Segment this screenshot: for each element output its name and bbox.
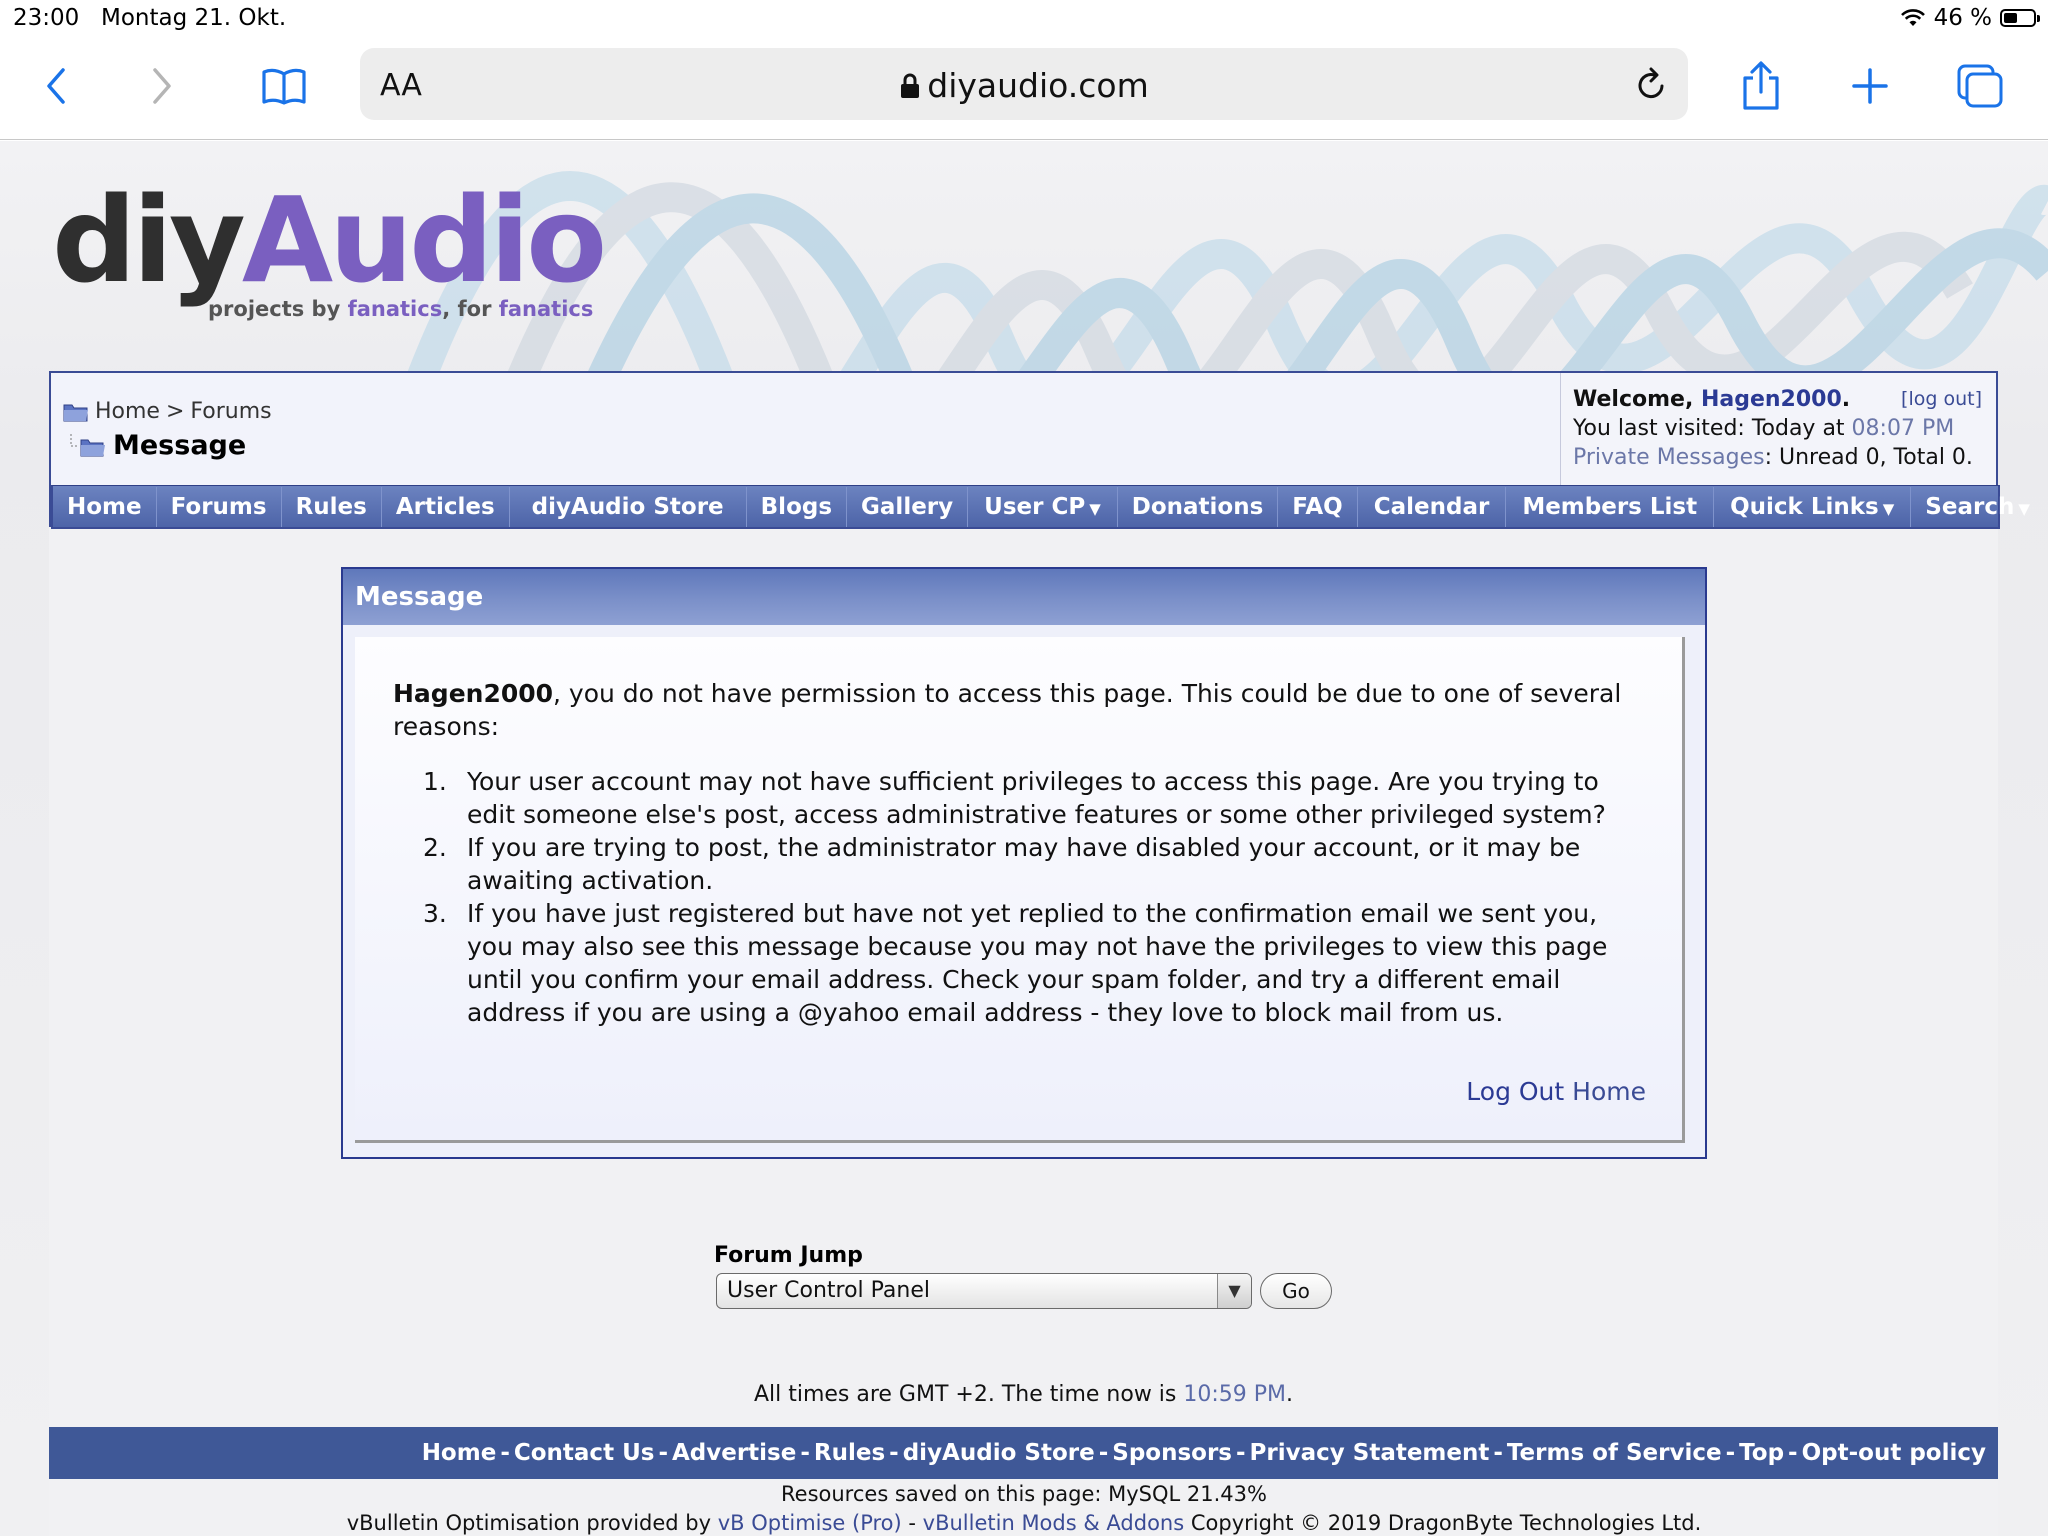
logout-button[interactable]: Log Out (1466, 1077, 1564, 1106)
reload-icon[interactable] (1634, 64, 1670, 108)
message-links: Log Out Home (1466, 1075, 1646, 1108)
share-icon[interactable] (1733, 58, 1789, 114)
status-date: Montag 21. Okt. (101, 5, 287, 31)
tabs-icon[interactable] (1952, 58, 2008, 114)
nav-quick-links[interactable]: Quick Links ▼ (1714, 486, 1912, 527)
nav-articles[interactable]: Articles (382, 486, 510, 527)
forward-icon[interactable] (134, 58, 190, 114)
nav-user-cp[interactable]: User CP ▼ (968, 486, 1118, 527)
new-tab-icon[interactable] (1842, 58, 1898, 114)
footer-home[interactable]: Home (422, 1440, 497, 1466)
nav-faq[interactable]: FAQ (1278, 486, 1358, 527)
folder-open-icon (70, 433, 105, 456)
last-visited-time: 08:07 PM (1851, 416, 1955, 441)
footer-advertise[interactable]: Advertise (672, 1440, 796, 1466)
optimisation-line: vBulletin Optimisation provided by vB Op… (346, 1511, 1702, 1535)
breadcrumb-current: Message (113, 430, 247, 461)
time-info: All times are GMT +2. The time now is 10… (753, 1382, 1294, 1407)
site-logo[interactable]: diyAudio projects by fanatics, for fanat… (52, 181, 607, 321)
go-button[interactable]: Go (1260, 1273, 1332, 1309)
dropdown-caret-icon: ▼ (1089, 499, 1101, 518)
forum-jump-label: Forum Jump (714, 1243, 863, 1268)
list-item: 1. Your user account may not have suffici… (423, 767, 1606, 829)
site-banner: diyAudio projects by fanatics, for fanat… (0, 141, 2048, 381)
nav-search[interactable]: Search ▼ (1911, 487, 2044, 527)
dropdown-caret-icon: ▼ (2018, 499, 2030, 518)
resources-line: Resources saved on this page: MySQL 21.4… (781, 1482, 1267, 1506)
status-bar: 23:00 Montag 21. Okt. 46 % (0, 0, 2048, 40)
reasons-list: 1. Your user account may not have suffici… (393, 765, 1646, 1029)
footer-optout[interactable]: Opt-out policy (1802, 1440, 1986, 1466)
nav-members-list[interactable]: Members List (1506, 486, 1715, 527)
message-user: Hagen2000 (393, 679, 554, 708)
current-time: 10:59 PM (1183, 1382, 1287, 1407)
battery-percent: 46 % (1933, 5, 1992, 31)
home-link[interactable]: Home (1572, 1077, 1646, 1106)
footer-store[interactable]: diyAudio Store (903, 1440, 1095, 1466)
breadcrumb-separator: > (165, 399, 185, 424)
dropdown-caret-icon: ▼ (1882, 499, 1895, 518)
status-right: 46 % (1900, 5, 2040, 31)
breadcrumb-forums[interactable]: Forums (190, 399, 271, 424)
message-title: Message (343, 569, 1705, 625)
private-messages-link[interactable]: Private Messages (1573, 445, 1765, 470)
nav-home[interactable]: Home (53, 486, 157, 527)
breadcrumb-home[interactable]: Home (95, 399, 160, 424)
logo-audio: Audio (241, 171, 607, 309)
footer-links: Home - Contact Us - Advertise - Rules - diyAudio… (49, 1427, 1998, 1479)
list-item: 3. If you have just registered but have n… (423, 899, 1608, 1027)
nav-store[interactable]: diyAudio Store (510, 486, 747, 527)
username-link[interactable]: Hagen2000 (1701, 387, 1842, 412)
battery-icon (2000, 9, 2040, 27)
wifi-icon (1900, 9, 1925, 26)
message-box: Message Hagen2000, you do not have permi… (341, 567, 1707, 1159)
footer-rules[interactable]: Rules (814, 1440, 885, 1466)
url-text: diyaudio.com (927, 66, 1149, 105)
web-page: diyAudio projects by fanatics, for fanat… (0, 141, 2048, 1536)
logo-diy: diy (52, 171, 246, 309)
nav-forums[interactable]: Forums (157, 486, 282, 527)
vb-optimise-link[interactable]: vB Optimise (Pro) (718, 1511, 902, 1535)
nav-rules[interactable]: Rules (282, 486, 382, 527)
main-navbar: Home Forums Rules Articles diyAudio Stor… (51, 485, 2030, 529)
forum-jump-selected: User Control Panel (727, 1278, 931, 1303)
nav-donations[interactable]: Donations (1118, 486, 1279, 527)
logout-link[interactable]: [log out] (1901, 385, 1982, 414)
footer-sponsors[interactable]: Sponsors (1112, 1440, 1232, 1466)
folder-icon (63, 404, 88, 421)
bookmarks-icon[interactable] (256, 58, 312, 114)
back-icon[interactable] (28, 58, 84, 114)
nav-blogs[interactable]: Blogs (747, 486, 848, 527)
status-time: 23:00 (13, 5, 80, 31)
url-display[interactable]: diyaudio.com (360, 66, 1688, 105)
message-body: Hagen2000, you do not have permission to… (355, 637, 1685, 1143)
footer-terms[interactable]: Terms of Service (1507, 1440, 1722, 1466)
address-bar[interactable]: AA diyaudio.com (360, 48, 1688, 120)
nav-gallery[interactable]: Gallery (847, 486, 969, 527)
nav-header: Home > Forums Message Welcome, Hagen2000… (49, 371, 2030, 529)
footer-top[interactable]: Top (1739, 1440, 1784, 1466)
credits: Resources saved on this page: MySQL 21.4… (0, 1480, 2048, 1536)
vb-mods-link[interactable]: vBulletin Mods & Addons (923, 1511, 1185, 1535)
nav-calendar[interactable]: Calendar (1358, 486, 1507, 527)
footer-privacy[interactable]: Privacy Statement (1250, 1440, 1490, 1466)
lock-icon (901, 73, 920, 98)
message-intro: Hagen2000, you do not have permission to… (393, 679, 1622, 741)
forum-jump: Forum Jump User Control Panel ▼ Go (714, 1243, 1332, 1309)
footer-contact[interactable]: Contact Us (514, 1440, 655, 1466)
forum-jump-select[interactable]: User Control Panel ▼ (716, 1273, 1252, 1309)
forum-container: Home > Forums Message Welcome, Hagen2000… (49, 371, 2030, 1536)
browser-toolbar: AA diyaudio.com (0, 40, 2048, 140)
list-item: 2. If you are trying to post, the adminis… (423, 833, 1581, 895)
breadcrumb: Home > Forums Message (63, 399, 272, 461)
chevron-down-icon: ▼ (1217, 1274, 1251, 1308)
welcome-panel: Welcome, Hagen2000. [log out] You last v… (1560, 373, 1996, 485)
logo-tagline: projects by fanatics, for fanatics (208, 297, 594, 321)
